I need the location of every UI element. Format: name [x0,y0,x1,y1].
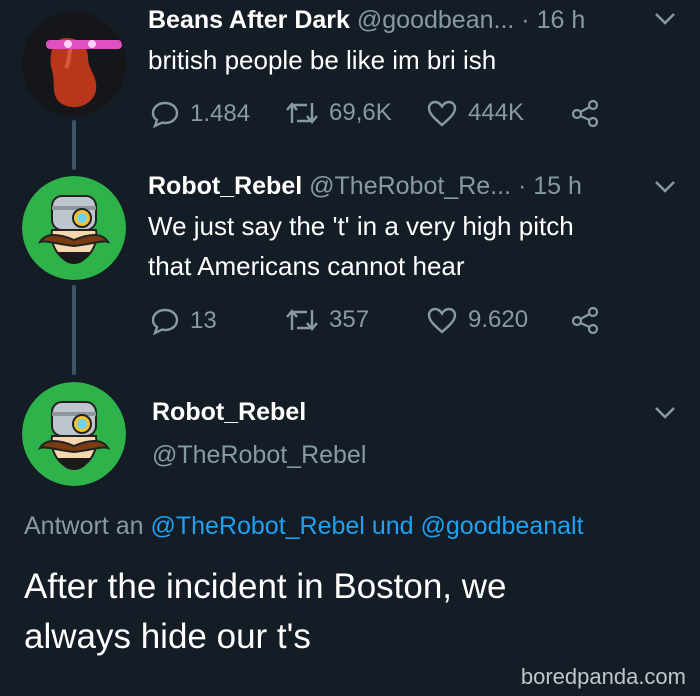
timestamp[interactable]: · 15 h [518,172,582,200]
tweet-header: Beans After Dark @goodbean... · 16 h [148,6,585,35]
reply-button[interactable]: 13 [150,306,217,336]
share-button[interactable] [570,306,600,334]
heart-icon [427,100,457,127]
share-icon [571,99,599,127]
robot-mustache-avatar-image [22,176,126,280]
display-name[interactable]: Robot_Rebel [148,172,302,200]
retweet-count: 69,6K [329,99,392,126]
reply-count: 1.484 [190,100,251,127]
chevron-down-icon[interactable] [654,12,676,31]
thread-connector [72,120,76,170]
tweet-text-line: We just say the 't' in a very high pitch [148,211,574,241]
mention-link[interactable]: @goodbeanalt [421,512,584,540]
like-button[interactable]: 9.620 [426,306,528,334]
robot-mustache-avatar-image [22,382,126,486]
replying-to: Antwort an @TheRobot_Rebel und @goodbean… [24,512,584,541]
tweet-text-line: After the incident in Boston, we [24,567,507,606]
watermark: boredpanda.com [520,664,686,689]
bean-avatar-image [22,12,126,116]
like-count: 444K [468,99,525,126]
reply-icon [151,308,179,336]
share-button[interactable] [570,99,600,127]
display-name[interactable]: Beans After Dark [148,6,350,34]
mention-link[interactable]: @TheRobot_Rebel [150,512,364,540]
user-handle[interactable]: @TheRobot_Re... [309,172,511,200]
retweet-icon [286,102,318,124]
tweet-text: We just say the 't' in a very high pitch… [148,206,574,286]
tweet-actions: 1.484 69,6K 444K [150,99,600,131]
timestamp[interactable]: · 16 h [521,6,585,34]
heart-icon [427,307,457,334]
retweet-count: 357 [329,306,370,333]
tweet-text: british people be like im bri ish [148,45,497,75]
like-button[interactable]: 444K [426,99,524,127]
retweet-button[interactable]: 357 [285,306,369,334]
avatar[interactable] [22,382,126,486]
like-count: 9.620 [468,306,529,333]
display-name[interactable]: Robot_Rebel [152,398,366,427]
reply-count: 13 [190,307,217,334]
replying-to-label: Antwort an [24,512,144,540]
reply-icon [151,101,179,129]
tweet-text: After the incident in Boston, we always … [24,562,664,662]
user-handle[interactable]: @goodbean... [357,6,514,34]
chevron-down-icon[interactable] [654,180,676,199]
thread-connector [72,285,76,375]
tweet-text-line: always hide our t's [24,617,311,656]
share-icon [571,306,599,334]
retweet-icon [286,309,318,331]
avatar[interactable] [22,12,126,116]
tweet-actions: 13 357 9.620 [150,306,600,338]
tweet-text-line: that Americans cannot hear [148,251,465,281]
chevron-down-icon[interactable] [654,406,676,425]
avatar[interactable] [22,176,126,280]
reply-button[interactable]: 1.484 [150,99,250,129]
replying-to-conjunction: und [371,512,414,540]
user-handle[interactable]: @TheRobot_Rebel [152,441,366,470]
tweet-header: Robot_Rebel @TheRobot_Rebel [152,398,366,470]
retweet-button[interactable]: 69,6K [285,99,392,127]
tweet-header: Robot_Rebel @TheRobot_Re... · 15 h [148,172,582,201]
